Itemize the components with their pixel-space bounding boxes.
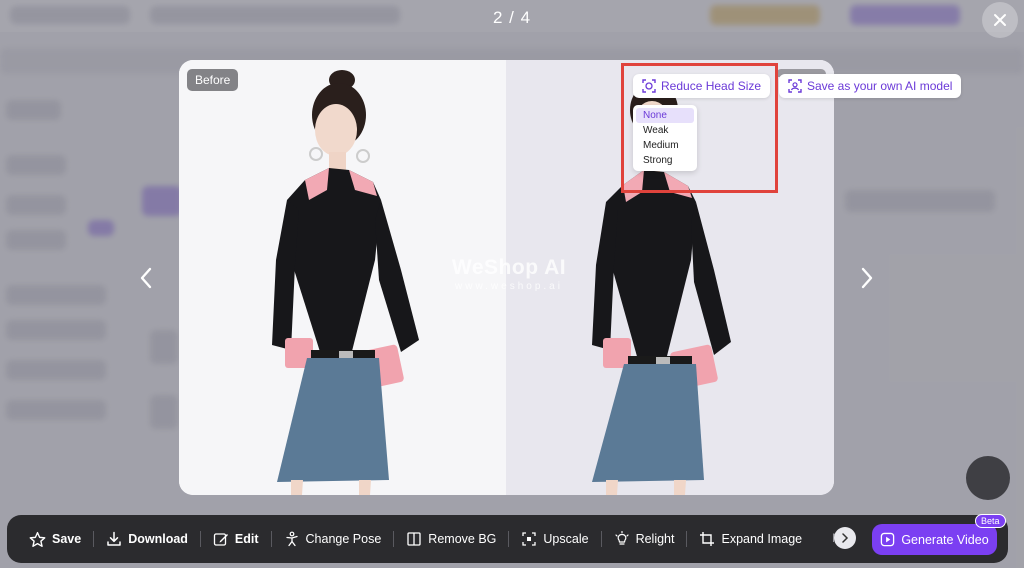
before-image (179, 60, 506, 495)
change-pose-button[interactable]: Change Pose (284, 515, 382, 563)
generate-video-button[interactable]: Generate Video (872, 524, 997, 555)
expand-image-label: Expand Image (721, 532, 803, 546)
toolbar-divider (93, 531, 95, 547)
head-size-option-strong[interactable]: Strong (636, 153, 694, 168)
head-size-option-none[interactable]: None (636, 108, 694, 123)
head-size-dropdown[interactable]: None Weak Medium Strong (633, 105, 697, 171)
upscale-button[interactable]: Upscale (521, 515, 589, 563)
close-icon (994, 14, 1006, 26)
upscale-icon (522, 532, 537, 546)
remove-bg-button[interactable]: Remove BG (406, 515, 496, 563)
toolbar-scroll-button[interactable] (834, 527, 856, 549)
edit-label: Edit (234, 532, 259, 546)
next-image-button[interactable] (855, 265, 879, 291)
video-icon (881, 532, 895, 547)
before-label: Before (187, 69, 239, 91)
toolbar-divider (199, 531, 201, 547)
head-size-option-weak[interactable]: Weak (636, 123, 694, 138)
reduce-head-size-button[interactable]: Reduce Head Size (633, 74, 771, 98)
save-ai-model-button[interactable]: Save as your own AI model (779, 74, 962, 98)
save-ai-model-label: Save as your own AI model (807, 79, 953, 93)
help-chat-bubble[interactable] (966, 456, 1010, 500)
chevron-right-icon (842, 533, 849, 543)
edit-icon (213, 533, 228, 546)
close-button[interactable] (982, 2, 1018, 38)
crop-icon (700, 532, 715, 546)
expand-image-button[interactable]: Expand Image (699, 515, 802, 563)
save-button[interactable]: Save (29, 515, 81, 563)
toolbar-divider (393, 531, 395, 547)
toolbar-divider (270, 531, 272, 547)
save-label: Save (52, 532, 82, 546)
previous-image-button[interactable] (134, 265, 158, 291)
star-icon (29, 531, 46, 547)
upscale-label: Upscale (543, 532, 589, 546)
relight-button[interactable]: Relight (614, 515, 675, 563)
relight-label: Relight (635, 532, 675, 546)
split-icon (407, 532, 421, 546)
remove-bg-label: Remove BG (428, 532, 497, 546)
toolbar-divider (600, 531, 602, 547)
image-counter: 2 / 4 (492, 8, 532, 27)
face-scan-icon (788, 79, 802, 93)
download-icon (107, 531, 121, 546)
download-button[interactable]: Download (106, 515, 188, 563)
edit-button[interactable]: Edit (213, 515, 259, 563)
beta-badge: Beta (975, 514, 1006, 528)
reduce-head-size-label: Reduce Head Size (661, 79, 762, 93)
bottom-toolbar: Save Download Edit Change Pose Remove BG… (7, 515, 1008, 563)
model-photo-before (272, 70, 419, 495)
chevron-right-icon (861, 267, 873, 289)
change-pose-label: Change Pose (305, 532, 382, 546)
toolbar-divider (686, 531, 688, 547)
chevron-left-icon (140, 267, 152, 289)
face-frame-icon (642, 79, 656, 93)
comparison-viewer[interactable]: Before WeShop AI www.weshop.ai (179, 60, 834, 495)
toolbar-divider (508, 531, 510, 547)
pose-icon (285, 531, 298, 547)
bulb-icon (614, 531, 629, 545)
head-size-option-medium[interactable]: Medium (636, 138, 694, 153)
generate-video-label: Generate Video (901, 532, 989, 547)
download-label: Download (128, 532, 188, 546)
